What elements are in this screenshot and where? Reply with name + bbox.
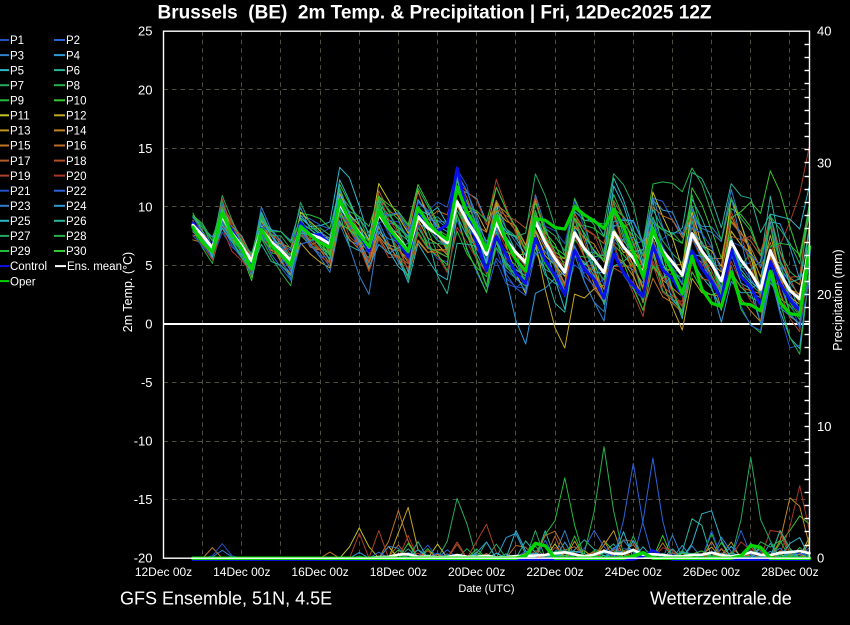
svg-text:40: 40: [817, 24, 831, 39]
svg-text:P13: P13: [10, 126, 30, 138]
svg-text:P4: P4: [66, 50, 81, 62]
svg-text:20Dec 00z: 20Dec 00z: [448, 565, 505, 579]
svg-text:P19: P19: [10, 171, 30, 183]
svg-text:Ens. mean: Ens. mean: [67, 261, 122, 273]
svg-text:P7: P7: [10, 80, 24, 92]
svg-text:12Dec 00z: 12Dec 00z: [135, 565, 192, 579]
svg-text:P25: P25: [10, 216, 30, 228]
svg-text:10: 10: [817, 419, 831, 434]
svg-text:-10: -10: [134, 434, 153, 449]
svg-text:Date (UTC): Date (UTC): [458, 583, 514, 595]
svg-text:P14: P14: [66, 126, 87, 138]
svg-text:15: 15: [138, 141, 152, 156]
svg-text:16Dec 00z: 16Dec 00z: [291, 565, 348, 579]
svg-text:P10: P10: [66, 96, 86, 108]
svg-text:P29: P29: [10, 246, 30, 258]
svg-text:P30: P30: [66, 246, 86, 258]
svg-text:-20: -20: [134, 551, 153, 566]
svg-text:P21: P21: [10, 186, 30, 198]
svg-text:20: 20: [817, 287, 831, 302]
svg-text:P1: P1: [10, 35, 24, 47]
svg-text:P3: P3: [10, 50, 24, 62]
svg-text:P12: P12: [66, 111, 86, 123]
svg-text:26Dec 00z: 26Dec 00z: [683, 565, 740, 579]
svg-text:P24: P24: [66, 201, 87, 213]
svg-text:0: 0: [817, 551, 824, 566]
svg-text:-5: -5: [141, 375, 153, 390]
svg-text:P18: P18: [66, 156, 86, 168]
svg-text:14Dec 00z: 14Dec 00z: [213, 565, 270, 579]
svg-text:P11: P11: [10, 111, 30, 123]
svg-text:20: 20: [138, 82, 152, 97]
svg-text:0: 0: [145, 316, 152, 331]
svg-text:P16: P16: [66, 141, 86, 153]
svg-text:P15: P15: [10, 141, 30, 153]
svg-text:Control: Control: [10, 261, 47, 273]
svg-text:10: 10: [138, 199, 152, 214]
svg-text:5: 5: [145, 258, 152, 273]
svg-text:Precipitation (mm): Precipitation (mm): [831, 249, 845, 350]
svg-text:P23: P23: [10, 201, 30, 213]
svg-text:P17: P17: [10, 156, 30, 168]
svg-text:25: 25: [138, 24, 152, 39]
svg-text:18Dec 00z: 18Dec 00z: [370, 565, 427, 579]
svg-text:P20: P20: [66, 171, 86, 183]
svg-text:Wetterzentrale.de: Wetterzentrale.de: [650, 589, 792, 609]
svg-text:28Dec 00z: 28Dec 00z: [761, 565, 818, 579]
svg-text:P9: P9: [10, 96, 24, 108]
svg-text:Oper: Oper: [10, 276, 36, 288]
svg-text:P6: P6: [66, 65, 80, 77]
svg-text:P26: P26: [66, 216, 86, 228]
svg-text:P2: P2: [66, 35, 80, 47]
svg-text:P5: P5: [10, 65, 24, 77]
svg-text:P27: P27: [10, 231, 30, 243]
svg-text:22Dec 00z: 22Dec 00z: [526, 565, 583, 579]
svg-text:30: 30: [817, 155, 831, 170]
svg-text:2m Temp. (°C): 2m Temp. (°C): [121, 252, 135, 332]
svg-text:P22: P22: [66, 186, 86, 198]
svg-text:GFS Ensemble, 51N, 4.5E: GFS Ensemble, 51N, 4.5E: [120, 589, 332, 609]
svg-text:Brussels (BE) 2m Temp. & Pre: Brussels (BE) 2m Temp. & Precipitation |…: [157, 3, 711, 24]
svg-text:-15: -15: [134, 492, 153, 507]
svg-text:24Dec 00z: 24Dec 00z: [605, 565, 662, 579]
svg-text:P28: P28: [66, 231, 86, 243]
svg-text:P8: P8: [66, 80, 80, 92]
